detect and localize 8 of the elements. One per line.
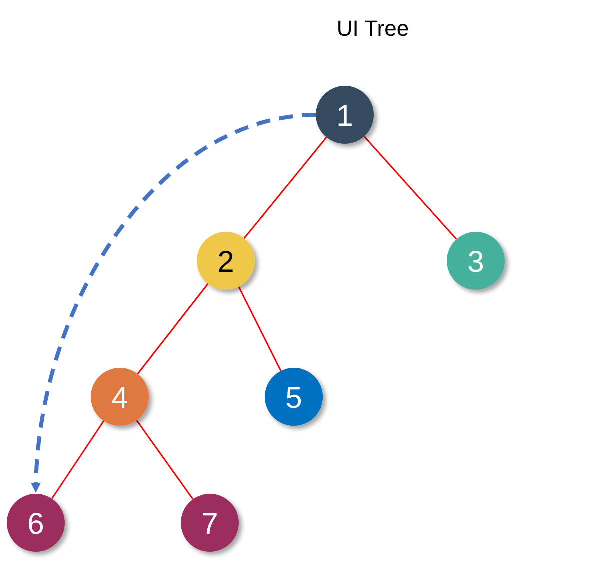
diagram-title: UI Tree — [336, 16, 410, 41]
tree-node: 3 — [447, 232, 505, 290]
tree-node: 6 — [7, 494, 65, 552]
tree-node: 1 — [316, 86, 374, 144]
tree-node: 4 — [91, 368, 149, 426]
tree-node: 5 — [265, 368, 323, 426]
tree-node: 7 — [181, 494, 239, 552]
tree-node: 2 — [197, 232, 255, 290]
